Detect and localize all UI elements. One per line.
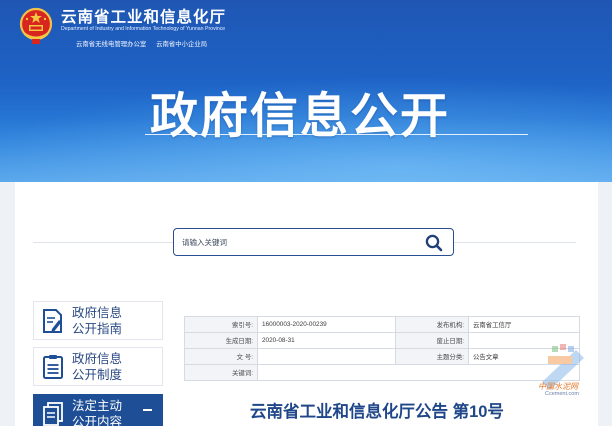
date-label: 生成日期: (184, 332, 258, 349)
site-subtitle: Department of Industry and Information T… (61, 26, 226, 32)
document-pen-icon (43, 309, 62, 333)
search-box (173, 228, 454, 256)
site-title: 云南省工业和信息化厅 (61, 9, 227, 26)
expiry-label: 废止日期: (395, 332, 469, 349)
watermark-url: Ccement.com (545, 391, 579, 397)
office-sme[interactable]: 云南省中小企业局 (156, 41, 207, 48)
index-no-value: 16000003-2020-00239 (257, 316, 396, 333)
date-value: 2020-08-31 (257, 332, 396, 349)
nav-label: 法定主动 公开内容 (72, 399, 123, 426)
nav-item-disclosure-guide[interactable]: 政府信息 公开指南 (33, 301, 163, 340)
publisher-label: 发布机构: (395, 316, 469, 333)
index-no-label: 索引号: (184, 316, 258, 333)
documents-icon (43, 402, 63, 426)
nav-label: 政府信息 公开制度 (72, 352, 123, 382)
clipboard-list-icon (43, 355, 63, 379)
nav-item-statutory-disclosure[interactable]: 法定主动 公开内容 (33, 394, 163, 426)
document-title: 云南省工业和信息化厅公告 第10号 (250, 403, 504, 421)
keywords-label: 关键词: (184, 364, 258, 381)
publisher-value: 云南省工信厅 (468, 316, 580, 333)
hero-divider (145, 134, 528, 135)
category-label: 主题分类: (395, 348, 469, 365)
national-emblem-icon (19, 7, 53, 44)
table-row: 索引号: 16000003-2020-00239 发布机构: 云南省工信厅 (184, 316, 580, 333)
collapse-minus-icon[interactable] (143, 409, 152, 411)
nav-label: 政府信息 公开指南 (72, 306, 123, 336)
hero-title: 政府信息公开 (150, 90, 451, 143)
site-offices: 云南省无线电管理办公室 云南省中小企业局 (76, 39, 215, 48)
office-radio[interactable]: 云南省无线电管理办公室 (76, 41, 146, 48)
search-icon[interactable] (425, 234, 443, 252)
doc-no-value (257, 348, 396, 365)
nav-item-disclosure-system[interactable]: 政府信息 公开制度 (33, 347, 163, 386)
doc-no-label: 文 号: (184, 348, 258, 365)
search-input[interactable] (182, 235, 417, 250)
